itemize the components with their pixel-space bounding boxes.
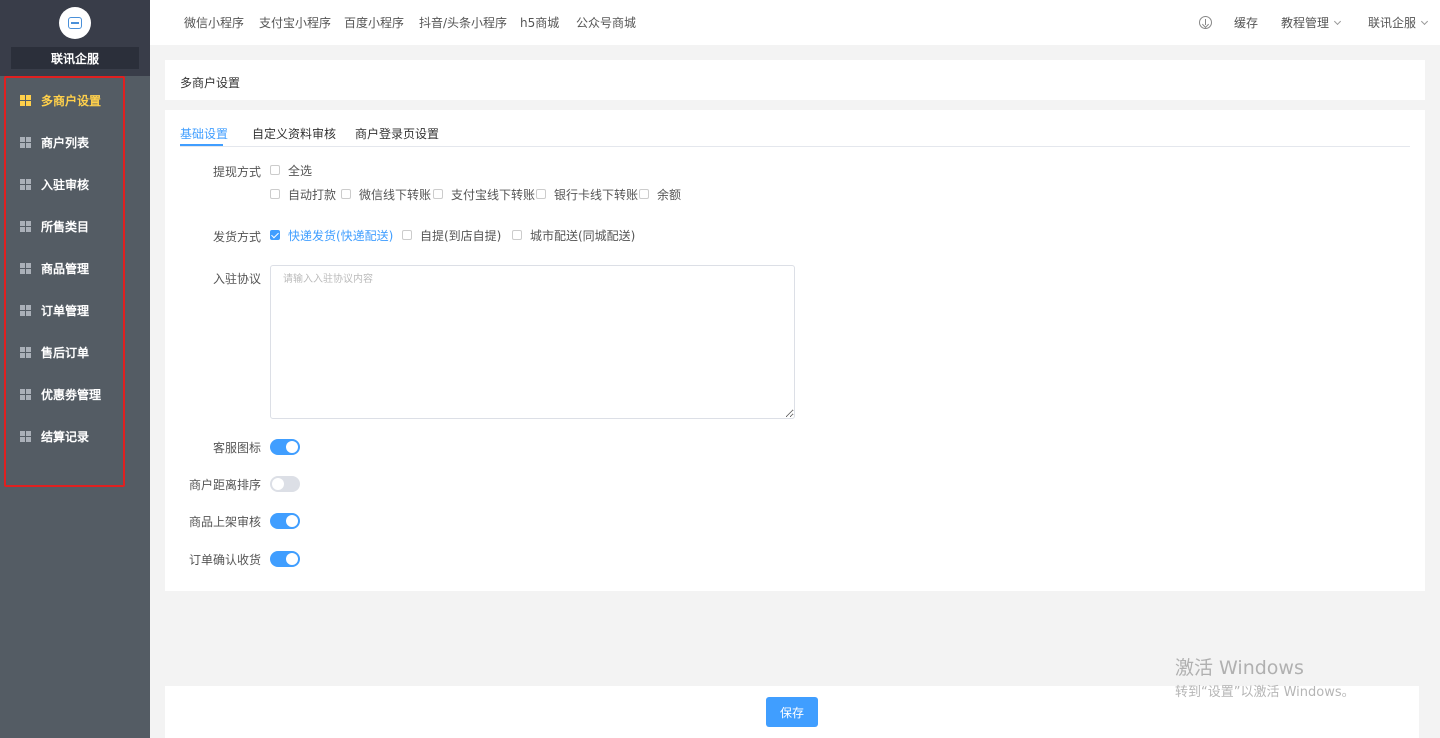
delivery-label: 发货方式 <box>212 230 261 244</box>
sidebar-item-label: 售后订单 <box>41 345 90 360</box>
settings-card: 基础设置 自定义资料审核 商户登录页设置 提现方式 全选 自动打款 微信线下转账… <box>165 110 1425 591</box>
user-menu[interactable]: 联讯企服 <box>1368 14 1429 31</box>
checkbox-box <box>270 189 280 199</box>
chevron-down-icon <box>1420 17 1429 26</box>
checkbox-label: 快递发货(快递配送) <box>288 228 394 243</box>
withdraw-balance-checkbox[interactable]: 余额 <box>639 186 681 202</box>
checkbox-box <box>270 230 280 240</box>
withdraw-wechat-offline-checkbox[interactable]: 微信线下转账 <box>341 186 431 202</box>
chevron-down-icon <box>1333 17 1342 26</box>
tutorial-menu[interactable]: 教程管理 <box>1281 14 1342 31</box>
sidebar: 联讯企服 多商户设置 商户列表 入驻审核 所售类目 商品管理 订单管理 售后订单… <box>0 0 150 738</box>
sidebar-item-label: 所售类目 <box>41 219 90 234</box>
grid-icon <box>20 178 31 190</box>
grid-icon <box>20 346 31 358</box>
checkbox-label: 微信线下转账 <box>359 187 432 202</box>
sidebar-item-merchant-list[interactable]: 商户列表 <box>20 132 89 152</box>
checkbox-label: 自动打款 <box>288 187 337 202</box>
page-title: 多商户设置 <box>180 76 241 90</box>
distance-sort-label: 商户距离排序 <box>188 478 261 492</box>
sidebar-item-label: 商户列表 <box>41 135 90 150</box>
page-header-card: 多商户设置 <box>165 60 1425 100</box>
service-icon-label: 客服图标 <box>212 441 261 455</box>
checkbox-box <box>536 189 546 199</box>
sidebar-item-settlement-records[interactable]: 结算记录 <box>20 426 89 446</box>
checkbox-label: 余额 <box>657 187 682 202</box>
tutorial-label: 教程管理 <box>1281 16 1330 30</box>
withdraw-alipay-offline-checkbox[interactable]: 支付宝线下转账 <box>433 186 535 202</box>
sidebar-item-label: 优惠劵管理 <box>41 387 102 402</box>
sidebar-item-label: 商品管理 <box>41 261 90 276</box>
nav-baidu-miniprogram[interactable]: 百度小程序 <box>344 14 404 31</box>
grid-icon <box>20 94 31 106</box>
nav-wechat-miniprogram[interactable]: 微信小程序 <box>184 14 244 31</box>
nav-alipay-miniprogram[interactable]: 支付宝小程序 <box>259 14 331 31</box>
activation-watermark-subtitle: 转到“设置”以激活 Windows。 <box>1175 685 1355 700</box>
sidebar-item-coupon-management[interactable]: 优惠劵管理 <box>20 384 101 404</box>
user-name: 联讯企服 <box>1368 16 1417 30</box>
top-nav: 微信小程序 支付宝小程序 百度小程序 抖音/头条小程序 h5商城 公众号商城 缓… <box>150 0 1440 45</box>
delivery-express-checkbox[interactable]: 快递发货(快递配送) <box>270 227 393 243</box>
grid-icon <box>20 388 31 400</box>
sidebar-item-label: 多商户设置 <box>41 93 102 108</box>
checkbox-label: 支付宝线下转账 <box>451 187 536 202</box>
tab-bar: 基础设置 自定义资料审核 商户登录页设置 <box>180 110 1410 147</box>
checkbox-box <box>639 189 649 199</box>
checkbox-box <box>270 165 280 175</box>
checkbox-label: 自提(到店自提) <box>420 228 502 243</box>
delivery-city-checkbox[interactable]: 城市配送(同城配送) <box>512 227 635 243</box>
nav-official-account-mall[interactable]: 公众号商城 <box>576 14 636 31</box>
service-icon-switch[interactable] <box>270 439 300 455</box>
order-confirm-switch[interactable] <box>270 551 300 567</box>
tab-merchant-login-settings[interactable]: 商户登录页设置 <box>355 125 439 142</box>
tab-custom-data-review[interactable]: 自定义资料审核 <box>252 125 336 142</box>
sidebar-item-order-management[interactable]: 订单管理 <box>20 300 89 320</box>
checkbox-box <box>512 230 522 240</box>
nav-h5-mall[interactable]: h5商城 <box>520 14 559 31</box>
active-tab-indicator <box>180 144 223 146</box>
save-button[interactable]: 保存 <box>766 697 818 727</box>
order-confirm-label: 订单确认收货 <box>188 553 261 567</box>
grid-icon <box>20 304 31 316</box>
sidebar-item-goods-management[interactable]: 商品管理 <box>20 258 89 278</box>
agreement-textarea[interactable] <box>270 265 795 419</box>
sidebar-item-after-sale-orders[interactable]: 售后订单 <box>20 342 89 362</box>
sidebar-item-multi-merchant-settings[interactable]: 多商户设置 <box>20 90 101 110</box>
brand-name: 联讯企服 <box>11 47 139 69</box>
store-icon <box>68 17 82 29</box>
sidebar-item-categories[interactable]: 所售类目 <box>20 216 89 236</box>
withdraw-bank-offline-checkbox[interactable]: 银行卡线下转账 <box>536 186 638 202</box>
sidebar-header: 联讯企服 <box>0 0 150 76</box>
grid-icon <box>20 220 31 232</box>
distance-sort-switch[interactable] <box>270 476 300 492</box>
grid-icon <box>20 430 31 442</box>
delivery-self-pickup-checkbox[interactable]: 自提(到店自提) <box>402 227 501 243</box>
grid-icon <box>20 262 31 274</box>
grid-icon <box>20 136 31 148</box>
logo <box>59 7 91 39</box>
checkbox-label: 银行卡线下转账 <box>554 187 639 202</box>
tab-basic-settings[interactable]: 基础设置 <box>180 125 228 142</box>
withdraw-auto-payment-checkbox[interactable]: 自动打款 <box>270 186 336 202</box>
agreement-label: 入驻协议 <box>212 272 261 286</box>
sidebar-item-entry-review[interactable]: 入驻审核 <box>20 174 89 194</box>
sidebar-item-label: 结算记录 <box>41 429 90 444</box>
goods-review-label: 商品上架审核 <box>188 515 261 529</box>
sidebar-item-label: 订单管理 <box>41 303 90 318</box>
checkbox-box <box>341 189 351 199</box>
checkbox-box <box>402 230 412 240</box>
withdraw-label: 提现方式 <box>212 165 261 179</box>
checkbox-box <box>433 189 443 199</box>
checkbox-label: 全选 <box>288 163 313 178</box>
checkbox-label: 城市配送(同城配送) <box>530 228 636 243</box>
download-icon[interactable] <box>1199 16 1212 29</box>
cache-link[interactable]: 缓存 <box>1234 14 1258 31</box>
activation-watermark-title: 激活 Windows <box>1175 657 1304 679</box>
withdraw-select-all-checkbox[interactable]: 全选 <box>270 162 312 178</box>
nav-douyin-miniprogram[interactable]: 抖音/头条小程序 <box>419 14 507 31</box>
goods-review-switch[interactable] <box>270 513 300 529</box>
sidebar-menu: 多商户设置 商户列表 入驻审核 所售类目 商品管理 订单管理 售后订单 优惠劵管… <box>4 76 125 487</box>
sidebar-item-label: 入驻审核 <box>41 177 90 192</box>
